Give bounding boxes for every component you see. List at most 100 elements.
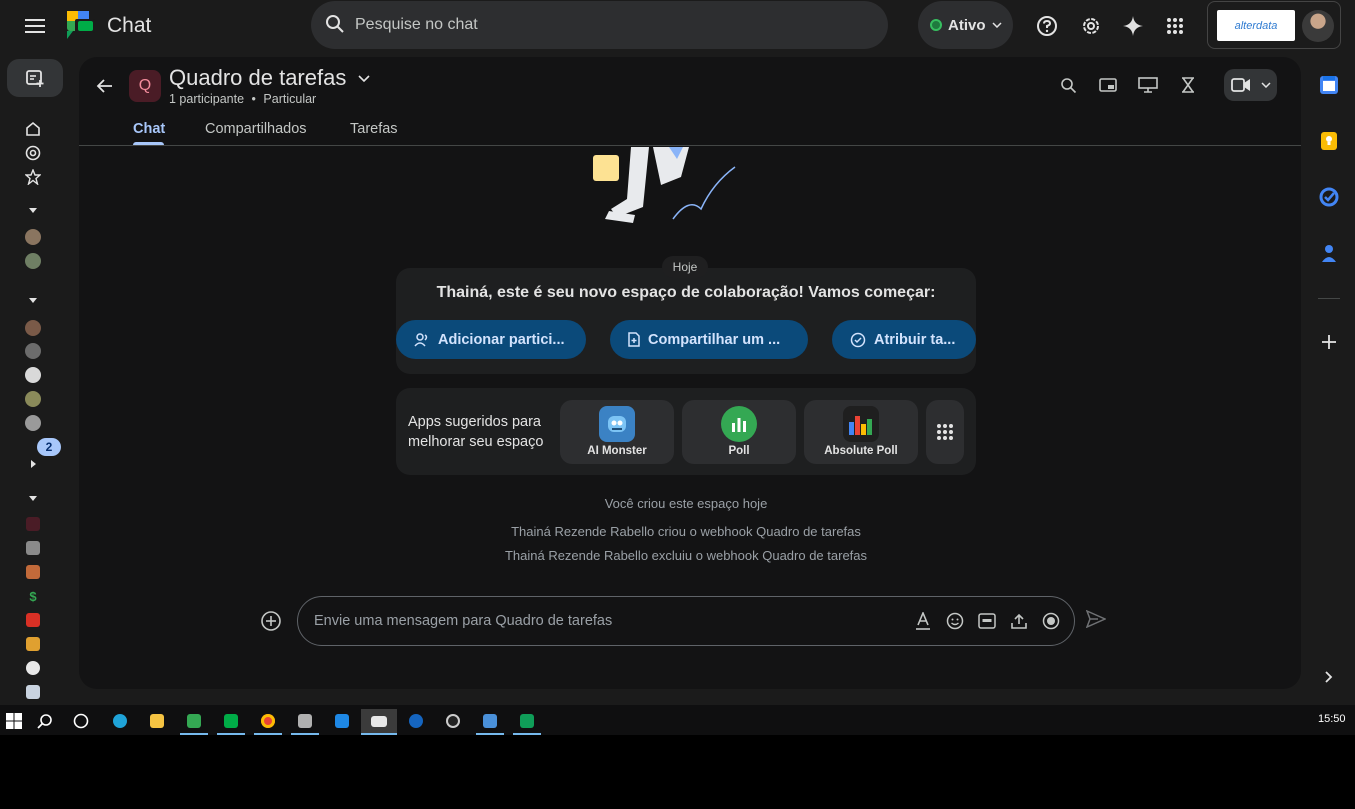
taskbar-app-icon[interactable] [291, 709, 319, 735]
new-chat-button[interactable] [7, 59, 63, 97]
tab-tasks[interactable]: Tarefas [350, 121, 398, 137]
video-camera-icon [1231, 78, 1250, 92]
expand-panel-chevron-right-icon[interactable] [1316, 664, 1342, 690]
active-tab-indicator [133, 142, 164, 145]
mentions-at-icon[interactable] [22, 143, 44, 163]
app-tile-absolute-poll[interactable]: Absolute Poll [804, 400, 918, 464]
starred-icon[interactable] [22, 167, 44, 187]
org-brand-text: alterdata [1234, 19, 1278, 32]
send-icon[interactable] [1085, 609, 1110, 634]
compose-icon [26, 70, 44, 87]
moneybag-space-icon[interactable] [26, 637, 40, 651]
file-explorer-icon[interactable] [143, 709, 171, 733]
hamburger-icon [25, 19, 45, 33]
os-taskbar: 15:50 [0, 705, 1355, 735]
hourglass-icon[interactable] [1176, 73, 1200, 97]
app-tile-poll[interactable]: Poll [682, 400, 796, 464]
text-format-icon[interactable] [912, 610, 934, 632]
tab-shared[interactable]: Compartilhados [205, 121, 307, 137]
main-menu-button[interactable] [20, 13, 50, 39]
contacts-icon[interactable] [1316, 240, 1342, 266]
task-view-icon[interactable] [67, 709, 95, 733]
picture-in-picture-icon[interactable] [1096, 73, 1120, 97]
status-label: Ativo [948, 16, 986, 34]
rail-divider [1318, 298, 1340, 299]
account-switcher[interactable]: alterdata [1207, 1, 1341, 49]
google-chat-taskbar-icon[interactable] [217, 709, 245, 735]
space-title[interactable]: Quadro de tarefas [169, 65, 346, 91]
dm-avatar[interactable] [25, 253, 41, 269]
space-icon[interactable] [26, 565, 40, 579]
help-icon[interactable] [1033, 12, 1061, 40]
apps-grid-icon[interactable] [1161, 12, 1189, 40]
more-apps-button[interactable] [926, 400, 964, 464]
message-composer[interactable] [297, 596, 1075, 646]
chat-app-window: Chat Ativo alterdata [0, 0, 1355, 705]
space-avatar: Q [129, 70, 161, 102]
dollar-space-icon[interactable]: $ [26, 589, 40, 604]
record-video-icon[interactable] [1040, 610, 1062, 632]
taskbar-app-icon[interactable] [476, 709, 504, 735]
dm-avatar[interactable] [25, 343, 41, 359]
collapse-section-icon[interactable] [22, 200, 44, 220]
collapse-section-icon[interactable] [22, 290, 44, 310]
windows-start-icon[interactable] [0, 709, 28, 733]
tab-chat[interactable]: Chat [133, 121, 165, 137]
dm-avatar[interactable] [25, 415, 41, 431]
shield-space-icon[interactable] [26, 685, 40, 699]
video-call-button[interactable] [1224, 69, 1277, 101]
app-tile-ai-monster[interactable]: AI Monster [560, 400, 674, 464]
space-panel: Q Quadro de tarefas 1 participante • Par… [79, 57, 1301, 689]
add-app-plus-icon[interactable] [1316, 329, 1342, 355]
expand-section-icon[interactable] [22, 454, 44, 474]
search-input[interactable] [355, 1, 855, 49]
dm-avatar[interactable] [25, 367, 41, 383]
search-icon[interactable] [1056, 73, 1080, 97]
home-icon[interactable] [22, 119, 44, 139]
tasks-icon[interactable] [1316, 184, 1342, 210]
poll-icon [721, 406, 757, 442]
share-file-button[interactable]: Compartilhar um ... [610, 320, 808, 359]
gemini-sparkle-icon[interactable] [1119, 12, 1147, 40]
lifebuoy-space-icon[interactable] [26, 661, 40, 675]
space-icon[interactable] [26, 517, 40, 531]
add-participants-button[interactable]: Adicionar partici... [396, 320, 586, 359]
add-participants-label: Adicionar partici... [438, 331, 565, 348]
calendar-icon[interactable] [1316, 72, 1342, 98]
present-screen-icon[interactable] [1136, 73, 1160, 97]
app-name: AI Monster [587, 445, 647, 457]
search-icon[interactable] [31, 709, 59, 733]
assign-task-button[interactable]: Atribuir ta... [832, 320, 976, 359]
settings-gear-icon[interactable] [1077, 12, 1105, 40]
search-bar[interactable] [311, 1, 888, 49]
taskbar-app-icon[interactable] [439, 709, 467, 733]
file-add-icon [628, 332, 640, 347]
chrome-browser-icon[interactable] [254, 709, 282, 735]
upload-icon[interactable] [1008, 610, 1030, 632]
taskbar-app-icon[interactable] [328, 709, 356, 733]
dm-avatar[interactable] [25, 229, 41, 245]
edge-browser-icon[interactable] [106, 709, 134, 733]
space-icon[interactable] [26, 541, 40, 555]
active-window-taskbar-icon[interactable] [361, 709, 397, 735]
keep-notes-icon[interactable] [1316, 128, 1342, 154]
emoji-icon[interactable] [944, 610, 966, 632]
taskbar-app-icon[interactable] [402, 709, 430, 733]
dm-avatar[interactable] [25, 320, 41, 336]
app-name: Poll [728, 445, 750, 457]
collapse-section-icon[interactable] [22, 488, 44, 508]
status-selector[interactable]: Ativo [918, 1, 1013, 49]
chevron-down-icon[interactable] [358, 70, 370, 88]
space-icon[interactable] [26, 613, 40, 627]
message-input[interactable] [314, 597, 904, 645]
suggested-apps-card: Apps sugeridos para melhorar seu espaço … [396, 388, 976, 475]
sheets-taskbar-icon[interactable] [513, 709, 541, 735]
back-arrow-icon[interactable] [93, 74, 117, 98]
gif-icon[interactable] [976, 610, 998, 632]
chevron-down-icon [991, 22, 1002, 28]
user-avatar[interactable] [1302, 10, 1334, 42]
dm-avatar[interactable] [25, 391, 41, 407]
add-attachment-plus-icon[interactable] [260, 610, 284, 634]
chevron-down-icon [1261, 82, 1271, 88]
taskbar-app-icon[interactable] [180, 709, 208, 735]
